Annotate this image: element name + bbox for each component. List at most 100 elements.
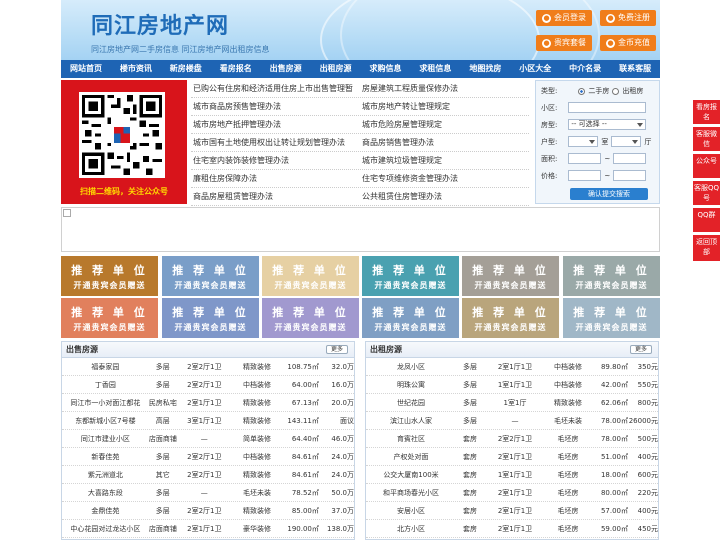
area-min-input[interactable] bbox=[568, 153, 602, 164]
policy-link[interactable]: 商品房销售管理办法 bbox=[360, 137, 529, 148]
rent-listing-row[interactable]: 公交大厦南100米 套房 1室1厅1卫 毛坯房 18.00㎡ 600元 bbox=[366, 466, 658, 484]
sidebar-official-account[interactable]: 公众号 bbox=[693, 154, 720, 178]
recommend-tile[interactable]: 推 荐 单 位开通贵宾会员赠送 bbox=[362, 256, 459, 296]
nav-item-wanted-buy[interactable]: 求购信息 bbox=[361, 60, 411, 78]
nav-item-map-search[interactable]: 地图找房 bbox=[460, 60, 510, 78]
sale-listing-row[interactable]: 同江市建业小区 店面商铺 — 简单装修 64.40㎡ 46.0万 bbox=[62, 430, 354, 448]
register-button[interactable]: ● 免费注册 bbox=[600, 10, 656, 26]
rent-more-button[interactable]: 更多 bbox=[629, 345, 652, 354]
rent-listing-community[interactable]: 北方小区 bbox=[366, 524, 456, 534]
sidebar-service-wechat[interactable]: 客服微信 bbox=[693, 127, 720, 151]
policy-link[interactable]: 住宅室内装饰装修管理办法 bbox=[191, 155, 360, 166]
recommend-tile[interactable]: 推 荐 单 位开通贵宾会员赠送 bbox=[262, 298, 359, 338]
sale-listing-row[interactable]: 新春佳苑 多层 2室2厅1卫 中档装修 84.61㎡ 24.0万 bbox=[62, 448, 354, 466]
rent-listing-row[interactable]: 育賓社区 套房 2室2厅1卫 毛坯房 78.00㎡ 500元 bbox=[366, 430, 658, 448]
sidebar-back-to-top[interactable]: 返回顶部 bbox=[693, 235, 720, 261]
rent-listing-community[interactable]: 安居小区 bbox=[366, 506, 456, 516]
policy-link[interactable]: 公共租赁住房管理办法 bbox=[360, 191, 529, 202]
recommend-tile[interactable]: 推 荐 单 位开通贵宾会员赠送 bbox=[162, 298, 259, 338]
sale-listing-community[interactable]: 同江市一小对面江都花 bbox=[62, 398, 149, 408]
sale-listing-row[interactable]: 丁香园 多层 2室2厅1卫 中档装修 64.00㎡ 16.0万 bbox=[62, 376, 354, 394]
policy-link[interactable]: 住宅专项维修资金管理办法 bbox=[360, 173, 529, 184]
vip-package-button[interactable]: ● 贵宾套餐 bbox=[536, 35, 592, 51]
rent-listing-row[interactable]: 明珠公寓 多层 1室1厅1卫 中档装修 42.00㎡ 550元 bbox=[366, 376, 658, 394]
recommend-tile[interactable]: 推 荐 单 位开通贵宾会员赠送 bbox=[262, 256, 359, 296]
rent-listing-row[interactable]: 和平商场春光小区 套房 2室1厅1卫 毛坯房 80.00㎡ 220元 bbox=[366, 484, 658, 502]
coin-recharge-button[interactable]: ● 金币充值 bbox=[600, 35, 656, 51]
area-max-input[interactable] bbox=[613, 153, 647, 164]
recommend-tile[interactable]: 推 荐 单 位开通贵宾会员赠送 bbox=[462, 298, 559, 338]
rent-listing-community[interactable]: 世纪花园 bbox=[366, 398, 456, 408]
recommend-tile[interactable]: 推 荐 单 位开通贵宾会员赠送 bbox=[563, 256, 660, 296]
recommend-tile[interactable]: 推 荐 单 位开通贵宾会员赠送 bbox=[362, 298, 459, 338]
sidebar-viewing-signup[interactable]: 看房报名 bbox=[693, 100, 720, 124]
sidebar-service-qq[interactable]: 客服QQ号 bbox=[693, 181, 720, 205]
policy-link[interactable]: 城市房地产转让管理规定 bbox=[360, 101, 529, 112]
price-max-input[interactable] bbox=[613, 170, 647, 181]
recommend-tile[interactable]: 推 荐 单 位开通贵宾会员赠送 bbox=[563, 298, 660, 338]
ad-banner[interactable] bbox=[61, 207, 660, 252]
policy-link[interactable]: 廉租住房保障办法 bbox=[191, 173, 360, 184]
sale-listing-community[interactable]: 福泰家园 bbox=[62, 362, 149, 372]
recommend-tile[interactable]: 推 荐 单 位开通贵宾会员赠送 bbox=[462, 256, 559, 296]
sale-listing-community[interactable]: 中心花园对过龙达小区 bbox=[62, 524, 149, 534]
nav-item-home[interactable]: 网站首页 bbox=[61, 60, 111, 78]
price-min-input[interactable] bbox=[568, 170, 602, 181]
rent-listing-row[interactable]: 安居小区 套房 2室1厅1卫 毛坯房 57.00㎡ 400元 bbox=[366, 502, 658, 520]
nav-item-wanted-rent[interactable]: 求租信息 bbox=[410, 60, 460, 78]
nav-item-viewing-signup[interactable]: 看房报名 bbox=[211, 60, 261, 78]
nav-item-communities[interactable]: 小区大全 bbox=[510, 60, 560, 78]
policy-link[interactable]: 城市国有土地使用权出让转让规划管理办法 bbox=[191, 137, 360, 148]
nav-item-contact[interactable]: 联系客服 bbox=[610, 60, 660, 78]
search-submit-button[interactable]: 确认提交搜索 bbox=[570, 188, 648, 200]
sale-more-button[interactable]: 更多 bbox=[325, 345, 348, 354]
sale-listing-row[interactable]: 金鼎佳苑 多层 2室2厅1卫 精致装修 85.00㎡ 37.0万 bbox=[62, 502, 354, 520]
recommend-tile[interactable]: 推 荐 单 位开通贵宾会员赠送 bbox=[162, 256, 259, 296]
recommend-tile[interactable]: 推 荐 单 位开通贵宾会员赠送 bbox=[61, 256, 158, 296]
sale-listing-community[interactable]: 同江市建业小区 bbox=[62, 434, 149, 444]
recommend-tile[interactable]: 推 荐 单 位开通贵宾会员赠送 bbox=[61, 298, 158, 338]
nav-item-for-sale[interactable]: 出售房源 bbox=[261, 60, 311, 78]
sale-listing-row[interactable]: 福泰家园 多层 2室2厅1卫 精致装修 108.75㎡ 32.0万 bbox=[62, 358, 354, 376]
hall-select[interactable] bbox=[611, 136, 642, 147]
policy-link[interactable]: 房屋建筑工程质量保修办法 bbox=[360, 83, 529, 94]
rent-listing-community[interactable]: 明珠公寓 bbox=[366, 380, 456, 390]
policy-link[interactable]: 商品房屋租赁管理办法 bbox=[191, 191, 360, 202]
login-button[interactable]: ● 会员登录 bbox=[536, 10, 592, 26]
nav-item-for-rent[interactable]: 出租房源 bbox=[311, 60, 361, 78]
rent-listing-row[interactable]: 产权处对面 套房 2室1厅1卫 毛坯房 51.00㎡ 400元 bbox=[366, 448, 658, 466]
sale-listing-row[interactable]: 东都新城小区7号楼 高层 3室1厅1卫 精致装修 143.11㎡ 面议 bbox=[62, 412, 354, 430]
sale-listing-community[interactable]: 紫元洲道北 bbox=[62, 470, 149, 480]
rent-listing-community[interactable]: 滨江山水人家 bbox=[366, 416, 456, 426]
rent-listing-community[interactable]: 和平商场春光小区 bbox=[366, 488, 456, 498]
sidebar-qq-group[interactable]: QQ群 bbox=[693, 208, 720, 232]
rent-listing-row[interactable]: 世纪花园 多层 1室1厅 精致装修 62.06㎡ 800元 bbox=[366, 394, 658, 412]
radio-sale[interactable] bbox=[578, 87, 586, 95]
nav-item-news[interactable]: 楼市资讯 bbox=[111, 60, 161, 78]
community-input[interactable] bbox=[568, 102, 647, 113]
housetype-select[interactable]: -- 可选择 -- bbox=[568, 119, 647, 130]
radio-rent[interactable] bbox=[612, 87, 620, 95]
policy-link[interactable]: 城市危险房屋管理规定 bbox=[360, 119, 529, 130]
sale-listing-community[interactable]: 东都新城小区7号楼 bbox=[62, 416, 149, 426]
rent-listing-row[interactable]: 龙凤小区 多层 2室1厅1卫 中档装修 89.80㎡ 350元 bbox=[366, 358, 658, 376]
policy-link[interactable]: 城市商品房预售管理办法 bbox=[191, 101, 360, 112]
sale-listing-row[interactable]: 大喜路东段 多层 — 毛坯未装 78.52㎡ 50.0万 bbox=[62, 484, 354, 502]
rent-listing-row[interactable]: 滨江山水人家 多层 — 毛坯未装 78.00㎡ 26000元 bbox=[366, 412, 658, 430]
rent-listing-community[interactable]: 龙凤小区 bbox=[366, 362, 456, 372]
sale-listing-row[interactable]: 同江市一小对面江都花 民房私宅 2室1厅1卫 精致装修 67.13㎡ 20.0万 bbox=[62, 394, 354, 412]
rent-listing-community[interactable]: 公交大厦南100米 bbox=[366, 470, 456, 480]
sale-listing-community[interactable]: 丁香园 bbox=[62, 380, 149, 390]
rent-listing-row[interactable]: 北方小区 套房 2室1厅1卫 毛坯房 59.00㎡ 450元 bbox=[366, 520, 658, 538]
sale-listing-row[interactable]: 中心花园对过龙达小区 店面商铺 2室1厅1卫 豪华装修 190.00㎡ 138.0万 bbox=[62, 520, 354, 538]
sale-listing-community[interactable]: 大喜路东段 bbox=[62, 488, 149, 498]
sale-listing-row[interactable]: 紫元洲道北 其它 2室2厅1卫 精致装修 84.61㎡ 24.0万 bbox=[62, 466, 354, 484]
policy-link[interactable]: 城市建筑垃圾管理规定 bbox=[360, 155, 529, 166]
nav-item-agents[interactable]: 中介名录 bbox=[560, 60, 610, 78]
sale-listing-community[interactable]: 新春佳苑 bbox=[62, 452, 149, 462]
nav-item-new-homes[interactable]: 新房楼盘 bbox=[161, 60, 211, 78]
room-select[interactable] bbox=[568, 136, 599, 147]
site-logo[interactable]: 同江房地产网 bbox=[91, 8, 229, 40]
sale-listing-community[interactable]: 金鼎佳苑 bbox=[62, 506, 149, 516]
rent-listing-community[interactable]: 育賓社区 bbox=[366, 434, 456, 444]
